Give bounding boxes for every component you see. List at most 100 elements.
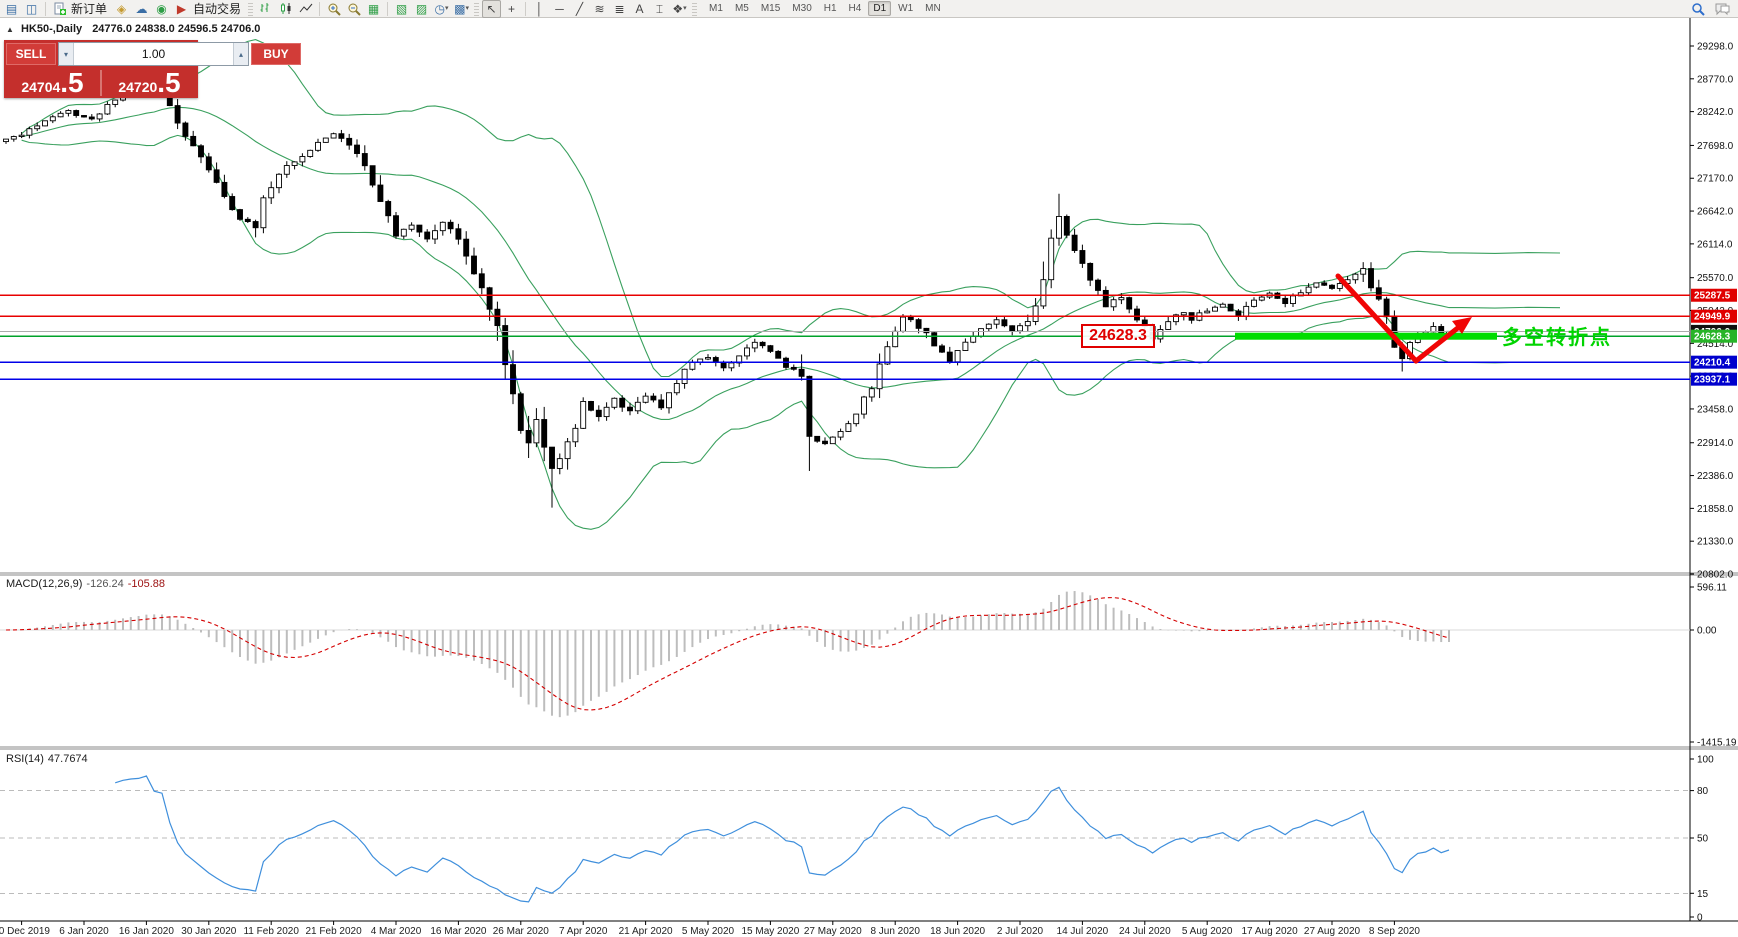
svg-text:50: 50 (1697, 834, 1709, 845)
rsi-label: RSI(14)47.7674 (6, 753, 88, 765)
chart-stage[interactable]: 29298.028770.028242.027698.027170.026642… (0, 18, 1738, 937)
svg-text:21330.0: 21330.0 (1697, 537, 1734, 548)
chart-canvas[interactable]: 29298.028770.028242.027698.027170.026642… (0, 18, 1738, 937)
auto-trading-label[interactable]: 自动交易 (193, 0, 241, 17)
zoom-out-icon[interactable] (344, 0, 363, 18)
fibonacci-icon[interactable]: ≣ (610, 0, 629, 18)
svg-text:20802.0: 20802.0 (1697, 570, 1734, 581)
main-toolbar: ▤ ◫ 新订单 ◈ ☁ ◉ ▶ 自动交易 ▦ ▧ ▨ ◷▾ ▩▾ ↖ + │ ─… (0, 0, 1738, 18)
tf-button-M30[interactable]: M30 (787, 1, 816, 16)
indicator-add-icon[interactable]: ▨ (412, 0, 431, 18)
cursor-icon[interactable]: ↖ (482, 0, 501, 18)
svg-text:24 Jul 2020: 24 Jul 2020 (1119, 926, 1171, 937)
svg-text:8 Jun 2020: 8 Jun 2020 (870, 926, 920, 937)
price-level-flag[interactable]: 24628.3 (1081, 324, 1155, 348)
price-divider (100, 70, 102, 96)
buy-price[interactable]: 24720.5 (103, 70, 196, 96)
volume-increase-button[interactable]: ▴ (233, 43, 248, 65)
channel-icon[interactable]: ≋ (590, 0, 609, 18)
svg-text:21858.0: 21858.0 (1697, 504, 1734, 515)
svg-text:30 Jan 2020: 30 Jan 2020 (181, 926, 236, 937)
toolbar-grip[interactable] (248, 2, 253, 16)
tf-button-D1[interactable]: D1 (868, 1, 891, 16)
signals-icon[interactable]: ◉ (152, 0, 171, 18)
collapse-arrow-icon[interactable]: ▲ (6, 25, 14, 34)
candlestick-series (4, 72, 1452, 508)
market-watch-icon[interactable]: ▤ (2, 0, 21, 18)
line-chart-type-icon[interactable] (296, 0, 315, 18)
tf-button-M5[interactable]: M5 (730, 1, 754, 16)
text-icon[interactable]: A (630, 0, 649, 18)
chat-icon[interactable] (1713, 0, 1732, 18)
date-axis[interactable]: 20 Dec 20196 Jan 202016 Jan 202030 Jan 2… (0, 921, 1420, 937)
svg-text:0.00: 0.00 (1697, 626, 1717, 637)
vps-cloud-icon[interactable]: ☁ (132, 0, 151, 18)
data-window-icon[interactable]: ◫ (22, 0, 41, 18)
svg-text:25570.0: 25570.0 (1697, 273, 1734, 284)
search-icon[interactable] (1688, 0, 1707, 18)
svg-text:25287.5: 25287.5 (1694, 291, 1731, 302)
bar-chart-type-icon[interactable] (256, 0, 275, 18)
toolbar-grip[interactable] (692, 2, 697, 16)
new-order-label[interactable]: 新订单 (71, 0, 107, 17)
svg-text:29298.0: 29298.0 (1697, 42, 1734, 53)
horizontal-line-icon[interactable]: ─ (550, 0, 569, 18)
svg-text:26114.0: 26114.0 (1697, 239, 1733, 250)
price-axis[interactable]: 29298.028770.028242.027698.027170.026642… (1690, 42, 1737, 581)
svg-text:27698.0: 27698.0 (1697, 141, 1734, 152)
svg-text:16 Jan 2020: 16 Jan 2020 (119, 926, 174, 937)
sell-button[interactable]: SELL (6, 43, 56, 65)
toolbar-separator (45, 2, 46, 16)
svg-text:27170.0: 27170.0 (1697, 174, 1734, 185)
svg-text:24210.4: 24210.4 (1694, 358, 1731, 369)
turning-point-annotation[interactable]: 多空转折点 (1502, 321, 1612, 350)
buy-button[interactable]: BUY (251, 43, 301, 65)
tf-button-M15[interactable]: M15 (756, 1, 785, 16)
trendline-icon[interactable]: ╱ (570, 0, 589, 18)
pane-frames (0, 18, 1738, 921)
zoom-in-icon[interactable] (324, 0, 343, 18)
svg-text:11 Feb 2020: 11 Feb 2020 (243, 926, 299, 937)
svg-text:15: 15 (1697, 889, 1709, 900)
svg-text:27 May 2020: 27 May 2020 (804, 926, 862, 937)
tf-button-MN[interactable]: MN (920, 1, 946, 16)
periods-dropdown-icon[interactable]: ◷▾ (432, 0, 451, 18)
toolbar-grip[interactable] (474, 2, 479, 16)
new-order-icon[interactable] (50, 0, 69, 18)
text-label-icon[interactable]: ⌶ (650, 0, 669, 18)
svg-text:15 May 2020: 15 May 2020 (741, 926, 799, 937)
svg-text:24949.9: 24949.9 (1694, 312, 1731, 323)
tf-button-M1[interactable]: M1 (704, 1, 728, 16)
svg-text:4 Mar 2020: 4 Mar 2020 (371, 926, 422, 937)
crosshair-icon[interactable]: + (502, 0, 521, 18)
toolbar-separator (525, 2, 526, 16)
vertical-line-icon[interactable]: │ (530, 0, 549, 18)
tile-windows-icon[interactable]: ▦ (364, 0, 383, 18)
eraser-icon[interactable]: ◈ (112, 0, 131, 18)
svg-text:6 Jan 2020: 6 Jan 2020 (59, 926, 109, 937)
templates-dropdown-icon[interactable]: ▩▾ (452, 0, 471, 18)
svg-text:5 Aug 2020: 5 Aug 2020 (1182, 926, 1233, 937)
rsi-pane[interactable]: 1008050150 (0, 755, 1714, 924)
volume-input[interactable] (74, 43, 233, 65)
svg-text:-1415.19: -1415.19 (1697, 738, 1737, 749)
toolbar-separator (319, 2, 320, 16)
sell-price[interactable]: 24704.5 (6, 70, 99, 96)
shapes-dropdown-icon[interactable]: ❖▾ (670, 0, 689, 18)
svg-text:24628.3: 24628.3 (1694, 332, 1731, 343)
indicators-icon[interactable]: ▧ (392, 0, 411, 18)
turning-point-level-bar[interactable] (1235, 333, 1497, 340)
macd-pane[interactable]: 596.11 0.00 -1415.19 (0, 583, 1737, 749)
tf-button-H1[interactable]: H1 (819, 1, 842, 16)
svg-text:100: 100 (1697, 755, 1714, 766)
auto-trading-icon[interactable]: ▶ (172, 0, 191, 18)
svg-text:596.11: 596.11 (1697, 583, 1727, 594)
candlestick-type-icon[interactable] (276, 0, 295, 18)
svg-text:0: 0 (1697, 913, 1703, 924)
tf-button-H4[interactable]: H4 (844, 1, 867, 16)
svg-text:7 Apr 2020: 7 Apr 2020 (559, 926, 608, 937)
svg-text:8 Sep 2020: 8 Sep 2020 (1369, 926, 1421, 937)
volume-decrease-button[interactable]: ▾ (59, 43, 74, 65)
tf-button-W1[interactable]: W1 (893, 1, 918, 16)
svg-text:14 Jul 2020: 14 Jul 2020 (1057, 926, 1109, 937)
